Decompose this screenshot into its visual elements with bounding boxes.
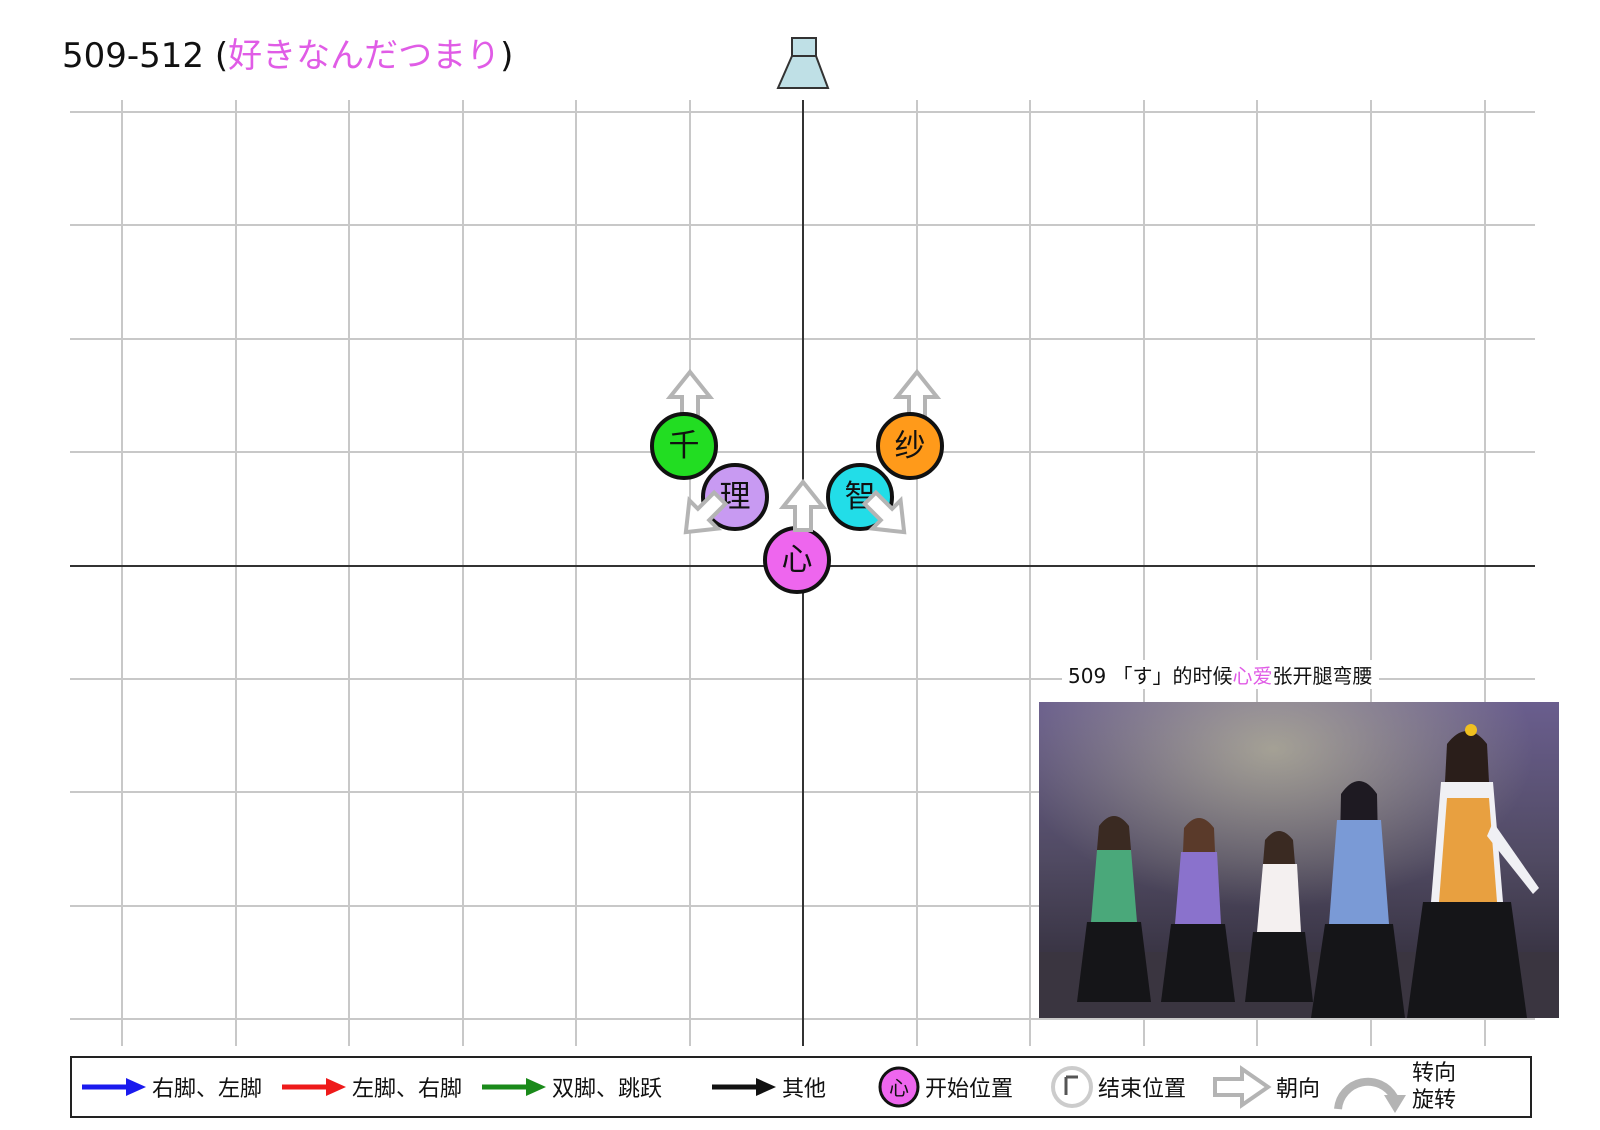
legend-bar: 右脚、左脚 左脚、右脚 双脚、跳跃 其他 心 开始位置 结束位置 朝向 转向 旋…: [70, 1056, 1532, 1118]
concert-photo: [1039, 702, 1559, 1018]
member-label: 纱: [895, 428, 926, 464]
member-label: 千: [669, 428, 700, 464]
turn-arrow-icon: [1334, 1077, 1406, 1113]
photo-caption: 509 「す」的时候心爱张开腿弯腰: [1062, 660, 1379, 689]
member-marker-chino: 千: [650, 412, 718, 480]
legend-start-position: 心 开始位置: [877, 1058, 1013, 1116]
caption-name: 心爱: [1232, 664, 1273, 688]
legend-turn-label-2: 旋转: [1412, 1088, 1457, 1113]
start-icon-char: 心: [889, 1076, 909, 1100]
legend-red-label: 左脚、右脚: [352, 1077, 463, 1102]
legend-blue-arrow: 右脚、左脚: [82, 1058, 262, 1116]
end-position-icon: [1051, 1066, 1093, 1108]
member-label: 理: [720, 479, 751, 515]
legend-green-arrow: 双脚、跳跃: [482, 1058, 662, 1116]
blue-arrow-icon: [82, 1078, 146, 1096]
green-arrow-icon: [482, 1078, 546, 1096]
legend-end-position: 结束位置: [1050, 1058, 1186, 1116]
legend-black-label: 其他: [782, 1077, 827, 1102]
start-position-icon: 心: [878, 1066, 920, 1108]
member-marker-sharo: 纱: [876, 412, 944, 480]
legend-turn-label-1: 转向: [1412, 1061, 1457, 1086]
legend-start-label: 开始位置: [925, 1077, 1014, 1102]
legend-facing-label: 朝向: [1276, 1077, 1321, 1102]
member-marker-cocoa: 心: [763, 526, 831, 594]
legend-end-label: 结束位置: [1098, 1077, 1187, 1102]
legend-red-arrow: 左脚、右脚: [282, 1058, 462, 1116]
black-arrow-icon: [712, 1078, 776, 1096]
caption-suffix: 张开腿弯腰: [1272, 664, 1373, 688]
legend-green-label: 双脚、跳跃: [552, 1077, 663, 1102]
member-label: 心: [782, 542, 813, 578]
caption-prefix: 509 「す」的时候: [1068, 664, 1233, 688]
legend-facing: 朝向: [1212, 1058, 1320, 1116]
facing-arrow-icon: [1213, 1065, 1272, 1109]
red-arrow-icon: [282, 1078, 346, 1096]
legend-turn: 转向 旋转: [1332, 1058, 1456, 1116]
legend-blue-label: 右脚、左脚: [152, 1077, 263, 1102]
stage-front-icon: [776, 37, 830, 89]
facing-arrow-cocoa: [781, 480, 825, 532]
legend-black-arrow: 其他: [712, 1058, 826, 1116]
